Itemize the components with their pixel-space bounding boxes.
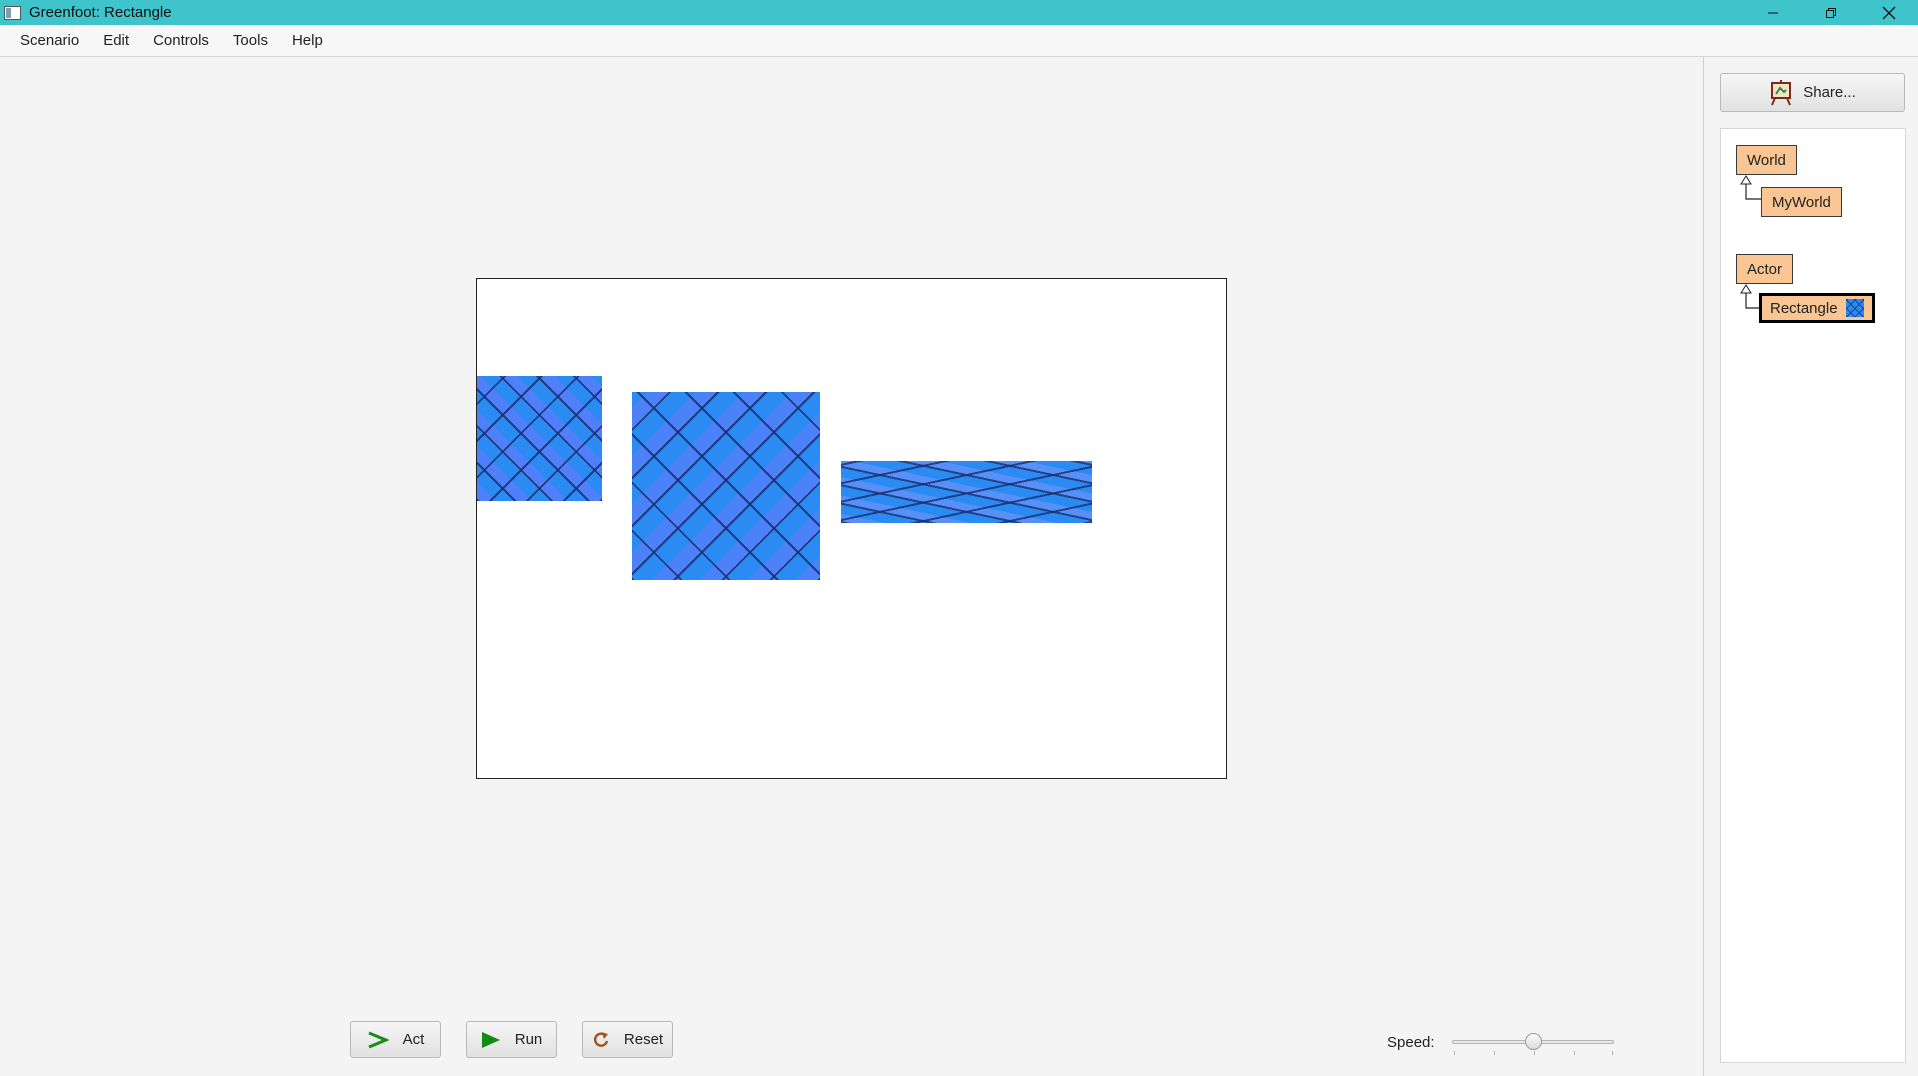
act-button[interactable]: Act xyxy=(350,1021,441,1058)
menu-help[interactable]: Help xyxy=(280,25,335,57)
rectangle-actor-1[interactable] xyxy=(477,376,602,501)
act-label: Act xyxy=(402,1031,425,1048)
slider-tick xyxy=(1494,1051,1495,1055)
share-easel-icon xyxy=(1771,79,1792,105)
close-button[interactable] xyxy=(1860,0,1918,25)
menu-bar: Scenario Edit Controls Tools Help xyxy=(0,25,1918,57)
menu-edit[interactable]: Edit xyxy=(91,25,141,57)
run-play-icon xyxy=(481,1031,500,1048)
minimize-button[interactable] xyxy=(1744,0,1802,25)
close-icon xyxy=(1882,6,1896,19)
class-rectangle-label: Rectangle xyxy=(1770,300,1838,317)
minimize-icon xyxy=(1768,12,1778,13)
speed-slider[interactable] xyxy=(1450,1030,1616,1060)
class-actor-label: Actor xyxy=(1747,261,1783,278)
reset-icon xyxy=(593,1032,609,1047)
sidebar-divider xyxy=(1703,57,1704,1076)
rectangle-actor-2[interactable] xyxy=(632,392,820,580)
window-controls xyxy=(1744,0,1918,25)
run-label: Run xyxy=(514,1031,543,1048)
class-world-label: World xyxy=(1747,152,1786,169)
reset-button[interactable]: Reset xyxy=(582,1021,673,1058)
menu-tools[interactable]: Tools xyxy=(221,25,280,57)
rectangle-actor-3[interactable] xyxy=(841,461,1092,523)
class-world[interactable]: World xyxy=(1736,145,1797,175)
title-bar: Greenfoot: Rectangle xyxy=(0,0,1918,25)
speed-slider-thumb[interactable] xyxy=(1524,1033,1542,1050)
class-rectangle[interactable]: Rectangle xyxy=(1759,293,1875,323)
slider-tick xyxy=(1574,1051,1575,1055)
class-actor[interactable]: Actor xyxy=(1736,254,1794,284)
share-label: Share... xyxy=(1803,84,1856,101)
restore-icon xyxy=(1826,7,1836,18)
window-title: Greenfoot: Rectangle xyxy=(29,4,172,21)
class-myworld-label: MyWorld xyxy=(1772,194,1831,211)
class-diagram-panel: World MyWorld Actor Rectangle xyxy=(1720,128,1906,1063)
slider-tick xyxy=(1534,1051,1535,1055)
class-myworld[interactable]: MyWorld xyxy=(1761,187,1842,217)
world-canvas[interactable] xyxy=(476,278,1227,779)
menu-scenario[interactable]: Scenario xyxy=(8,25,91,57)
menu-controls[interactable]: Controls xyxy=(141,25,221,57)
rectangle-image-icon xyxy=(1845,298,1864,317)
restore-button[interactable] xyxy=(1802,0,1860,25)
share-button[interactable]: Share... xyxy=(1720,73,1905,112)
slider-tick xyxy=(1612,1051,1613,1055)
slider-tick xyxy=(1454,1051,1455,1055)
reset-label: Reset xyxy=(623,1031,664,1048)
run-button[interactable]: Run xyxy=(466,1021,557,1058)
greenfoot-app-icon xyxy=(4,5,21,20)
speed-label: Speed: xyxy=(1387,1034,1435,1051)
act-arrow-icon xyxy=(368,1031,389,1048)
